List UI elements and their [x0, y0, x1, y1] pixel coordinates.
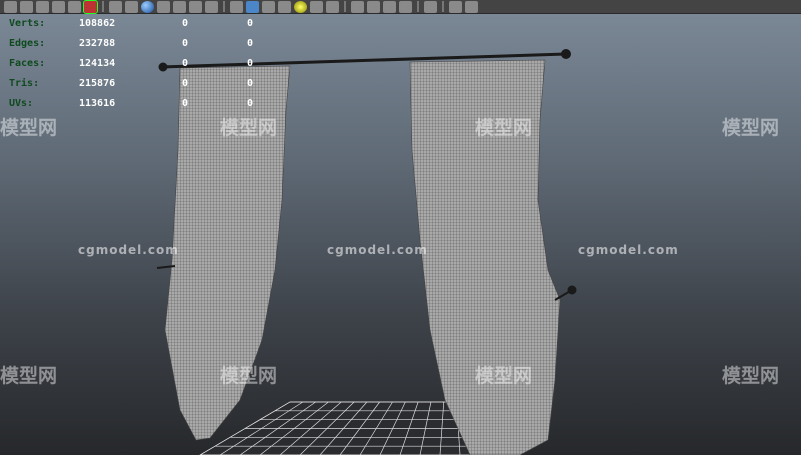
watermark-brand: 模型网 — [722, 117, 780, 139]
watermark-brand: 模型网 — [475, 365, 533, 387]
watermark-brand: 模型网 — [722, 365, 780, 387]
stats-row-tris: Tris: 215876 0 0 — [9, 74, 253, 94]
stat-label: Edges: — [9, 38, 46, 49]
stat-other: 0 — [247, 78, 254, 89]
watermark-url: cgmodel.com — [327, 243, 428, 257]
stat-selected: 0 — [182, 98, 189, 109]
stat-other: 0 — [247, 18, 254, 29]
stat-label: Verts: — [9, 18, 46, 29]
stat-total: 232788 — [79, 38, 116, 49]
stats-row-edges: Edges: 232788 0 0 — [9, 34, 253, 54]
stat-selected: 0 — [182, 58, 189, 69]
stat-selected: 0 — [182, 78, 189, 89]
poly-count-hud: Verts: 108862 0 0 Edges: 232788 0 0 Faces: 1241… — [9, 14, 253, 114]
watermark-brand: 模型网 — [220, 117, 278, 139]
stat-total: 215876 — [79, 78, 116, 89]
stat-label: Tris: — [9, 78, 40, 89]
stats-row-verts: Verts: 108862 0 0 — [9, 14, 253, 34]
watermark-brand: 模型网 — [0, 365, 58, 387]
stat-selected: 0 — [182, 38, 189, 49]
stat-selected: 0 — [182, 18, 189, 29]
stat-label: Faces: — [9, 58, 46, 69]
watermark-brand: 模型网 — [220, 365, 278, 387]
stat-total: 108862 — [79, 18, 116, 29]
stats-row-uvs: UVs: 113616 0 0 — [9, 94, 253, 114]
stat-total: 124134 — [79, 58, 116, 69]
stat-other: 0 — [247, 98, 254, 109]
watermark-url: cgmodel.com — [578, 243, 679, 257]
stat-other: 0 — [247, 38, 254, 49]
stats-row-faces: Faces: 124134 0 0 — [9, 54, 253, 74]
watermark-brand: 模型网 — [475, 117, 533, 139]
stat-total: 113616 — [79, 98, 116, 109]
watermark-url: cgmodel.com — [78, 243, 179, 257]
stat-other: 0 — [247, 58, 254, 69]
watermark-brand: 模型网 — [0, 117, 58, 139]
stat-label: UVs: — [9, 98, 34, 109]
